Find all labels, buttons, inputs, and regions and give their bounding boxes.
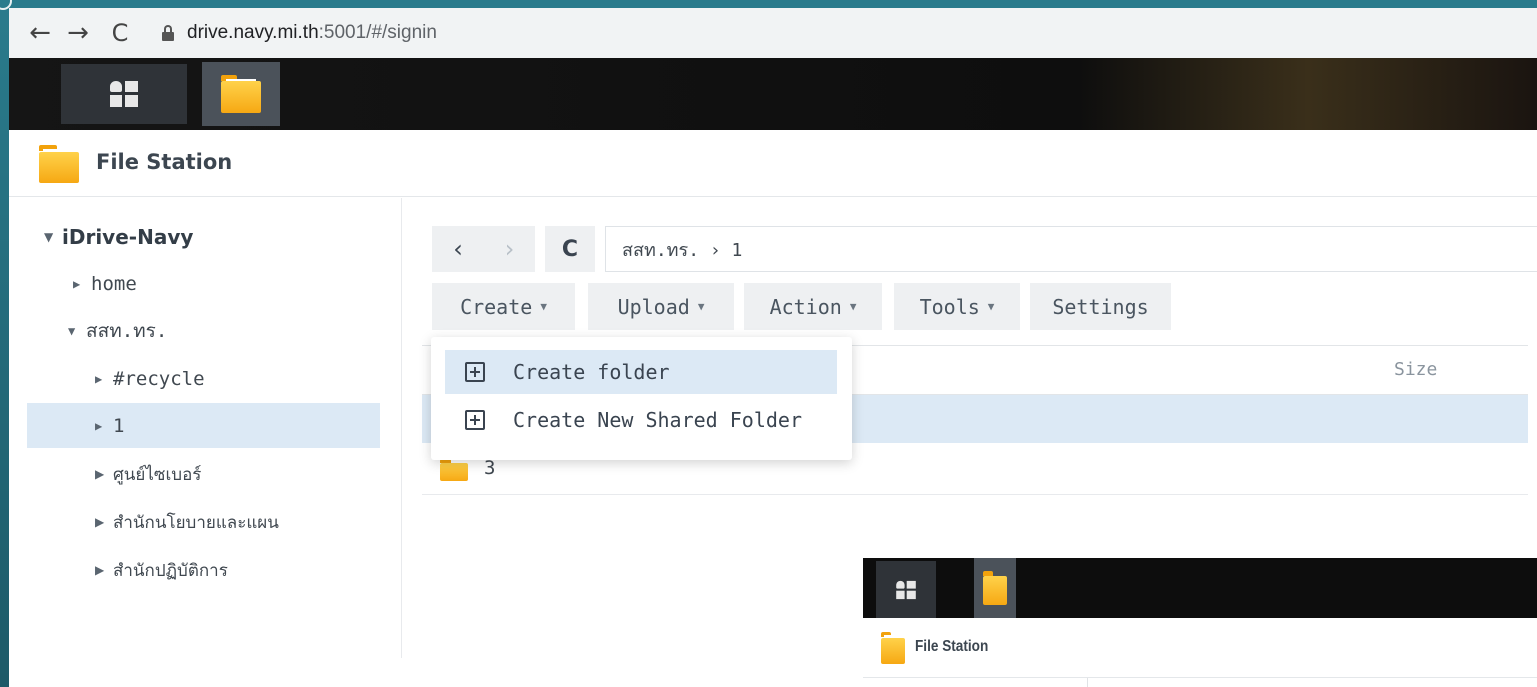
slide-frame-left [0, 0, 9, 687]
tree-item-1[interactable]: ▶ 1 [95, 404, 124, 448]
tools-button[interactable]: Tools ▼ [894, 283, 1020, 330]
caret-down-icon[interactable]: ▼ [44, 230, 62, 244]
caret-down-icon[interactable]: ▼ [68, 324, 86, 338]
reload-icon[interactable]: C [101, 14, 139, 52]
folder-icon [983, 571, 1007, 605]
caret-down-icon: ▼ [540, 300, 547, 313]
folder-icon [440, 459, 468, 481]
back-nav-button[interactable]: ‹ [432, 226, 484, 272]
back-icon[interactable]: ← [21, 14, 59, 52]
chevron-left-icon: ‹ [453, 235, 463, 263]
url-path: :5001/#/signin [318, 22, 437, 43]
tree-item-label: #recycle [113, 368, 205, 390]
browser-address-bar: ← → C drive.navy.mi.th:5001/#/signin [9, 8, 1537, 58]
tools-button-label: Tools [919, 294, 980, 319]
tree-item-label: home [91, 273, 137, 295]
action-button[interactable]: Action ▼ [744, 283, 882, 330]
inset-taskbar [863, 558, 1537, 618]
main-menu-button[interactable] [61, 64, 187, 124]
settings-button[interactable]: Settings [1030, 283, 1171, 330]
menu-item-label: Create folder [513, 360, 670, 384]
tree-item-sasot[interactable]: ▼ สสท.ทร. [68, 309, 167, 353]
tree-item-label: สำนักนโยบายและแผน [113, 512, 279, 533]
caret-down-icon: ▼ [697, 300, 705, 313]
add-folder-icon [465, 362, 485, 382]
tree-item-label: สำนักปฏิบัติการ [113, 560, 228, 581]
caret-right-icon[interactable]: ▶ [95, 563, 113, 577]
inset-main-menu-button [876, 561, 936, 618]
forward-nav-button[interactable]: › [484, 226, 535, 272]
sidebar-divider [401, 198, 402, 658]
refresh-button[interactable]: C [545, 226, 595, 272]
tree-selection-highlight [27, 403, 380, 448]
inset-file-station-button [974, 558, 1016, 618]
inset-window-title: File Station [915, 638, 989, 655]
size-column-header[interactable]: Size [1394, 359, 1437, 380]
file-station-app-icon [39, 145, 79, 183]
tree-item-policy-office[interactable]: ▶ สำนักนโยบายและแผน [95, 500, 279, 544]
caret-right-icon[interactable]: ▶ [95, 419, 113, 433]
tree-item-recycle[interactable]: ▶ #recycle [95, 357, 205, 401]
upload-button-label: Upload [617, 294, 690, 319]
add-shared-folder-icon [465, 410, 485, 430]
inset-divider [1087, 678, 1088, 687]
caret-right-icon[interactable]: ▶ [95, 467, 113, 481]
window-titlebar: File Station [9, 130, 1537, 197]
forward-icon[interactable]: → [59, 14, 97, 52]
url-field[interactable]: drive.navy.mi.th:5001/#/signin [187, 22, 437, 44]
tree-item-home[interactable]: ▶ home [73, 262, 137, 306]
file-name: 3 [484, 457, 496, 479]
tree-root[interactable]: ▼ iDrive-Navy [44, 215, 193, 259]
inset-screenshot: File Station [863, 558, 1537, 687]
refresh-icon: C [561, 236, 579, 262]
create-button-label: Create [460, 294, 533, 319]
main-menu-icon [110, 81, 138, 107]
inset-titlebar: File Station [863, 618, 1537, 678]
caret-down-icon: ▼ [987, 300, 995, 313]
window-title: File Station [96, 150, 233, 174]
tree-item-label: สสท.ทร. [86, 320, 168, 342]
action-button-label: Action [769, 294, 842, 319]
lock-icon[interactable] [161, 25, 175, 41]
caret-right-icon[interactable]: ▶ [73, 277, 91, 291]
create-button[interactable]: Create ▼ [432, 283, 575, 330]
folder-icon [221, 75, 261, 113]
caret-right-icon[interactable]: ▶ [95, 372, 113, 386]
chevron-right-icon: › [504, 235, 515, 263]
slide-frame-top [0, 0, 1537, 8]
upload-button[interactable]: Upload ▼ [588, 283, 734, 330]
url-host: drive.navy.mi.th [187, 22, 319, 43]
caret-right-icon[interactable]: ▶ [95, 515, 113, 529]
create-dropdown-menu: Create folder Create New Shared Folder [431, 337, 852, 460]
tree-item-label: 1 [113, 415, 125, 437]
caret-down-icon: ▼ [849, 300, 857, 313]
menu-item-label: Create New Shared Folder [513, 408, 802, 432]
tree-item-label: ศูนย์ไซเบอร์ [113, 464, 202, 485]
dsm-taskbar [9, 58, 1537, 130]
folder-icon [881, 632, 905, 664]
tree-root-label: iDrive-Navy [62, 225, 194, 249]
menu-item-create-folder[interactable]: Create folder [445, 350, 837, 394]
path-field[interactable]: สสท.ทร. › 1 [605, 226, 1537, 272]
tree-item-operations-office[interactable]: ▶ สำนักปฏิบัติการ [95, 548, 228, 592]
taskbar-file-station-button[interactable] [202, 62, 280, 126]
settings-button-label: Settings [1052, 294, 1149, 319]
main-menu-icon [896, 580, 916, 599]
menu-item-create-shared-folder[interactable]: Create New Shared Folder [445, 398, 837, 442]
tree-item-cyber-center[interactable]: ▶ ศูนย์ไซเบอร์ [95, 452, 201, 496]
